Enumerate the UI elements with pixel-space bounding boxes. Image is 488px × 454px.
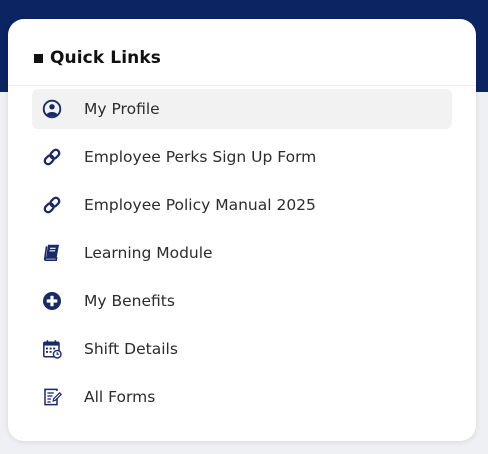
quick-link-my-profile[interactable]: My Profile xyxy=(32,89,452,129)
quick-link-shift-details[interactable]: Shift Details xyxy=(32,329,452,369)
calendar-clock-icon xyxy=(42,339,62,359)
quick-link-label: My Benefits xyxy=(84,292,175,310)
quick-link-label: Employee Policy Manual 2025 xyxy=(84,196,316,214)
quick-link-my-benefits[interactable]: My Benefits xyxy=(32,281,452,321)
quick-link-label: Employee Perks Sign Up Form xyxy=(84,148,317,166)
quick-link-label: Shift Details xyxy=(84,340,178,358)
quick-link-learning-module[interactable]: Learning Module xyxy=(32,233,452,273)
quick-link-label: Learning Module xyxy=(84,244,213,262)
quick-link-employee-perks[interactable]: Employee Perks Sign Up Form xyxy=(32,137,452,177)
divider xyxy=(8,85,476,86)
quick-link-label: My Profile xyxy=(84,100,160,118)
card-header: Quick Links xyxy=(34,48,161,68)
book-icon xyxy=(42,243,62,263)
quick-links-list: My Profile Employee Perks Sign Up Form E… xyxy=(32,89,452,425)
quick-links-card: Quick Links My Profile Employee Perks Si… xyxy=(8,19,476,441)
user-circle-icon xyxy=(42,99,62,119)
link-icon xyxy=(42,195,62,215)
plus-circle-icon xyxy=(42,291,62,311)
quick-link-all-forms[interactable]: All Forms xyxy=(32,377,452,417)
card-title: Quick Links xyxy=(50,48,161,68)
link-icon xyxy=(42,147,62,167)
quick-link-label: All Forms xyxy=(84,388,156,406)
form-edit-icon xyxy=(42,387,62,407)
square-bullet-icon xyxy=(34,53,43,63)
quick-link-policy-manual[interactable]: Employee Policy Manual 2025 xyxy=(32,185,452,225)
